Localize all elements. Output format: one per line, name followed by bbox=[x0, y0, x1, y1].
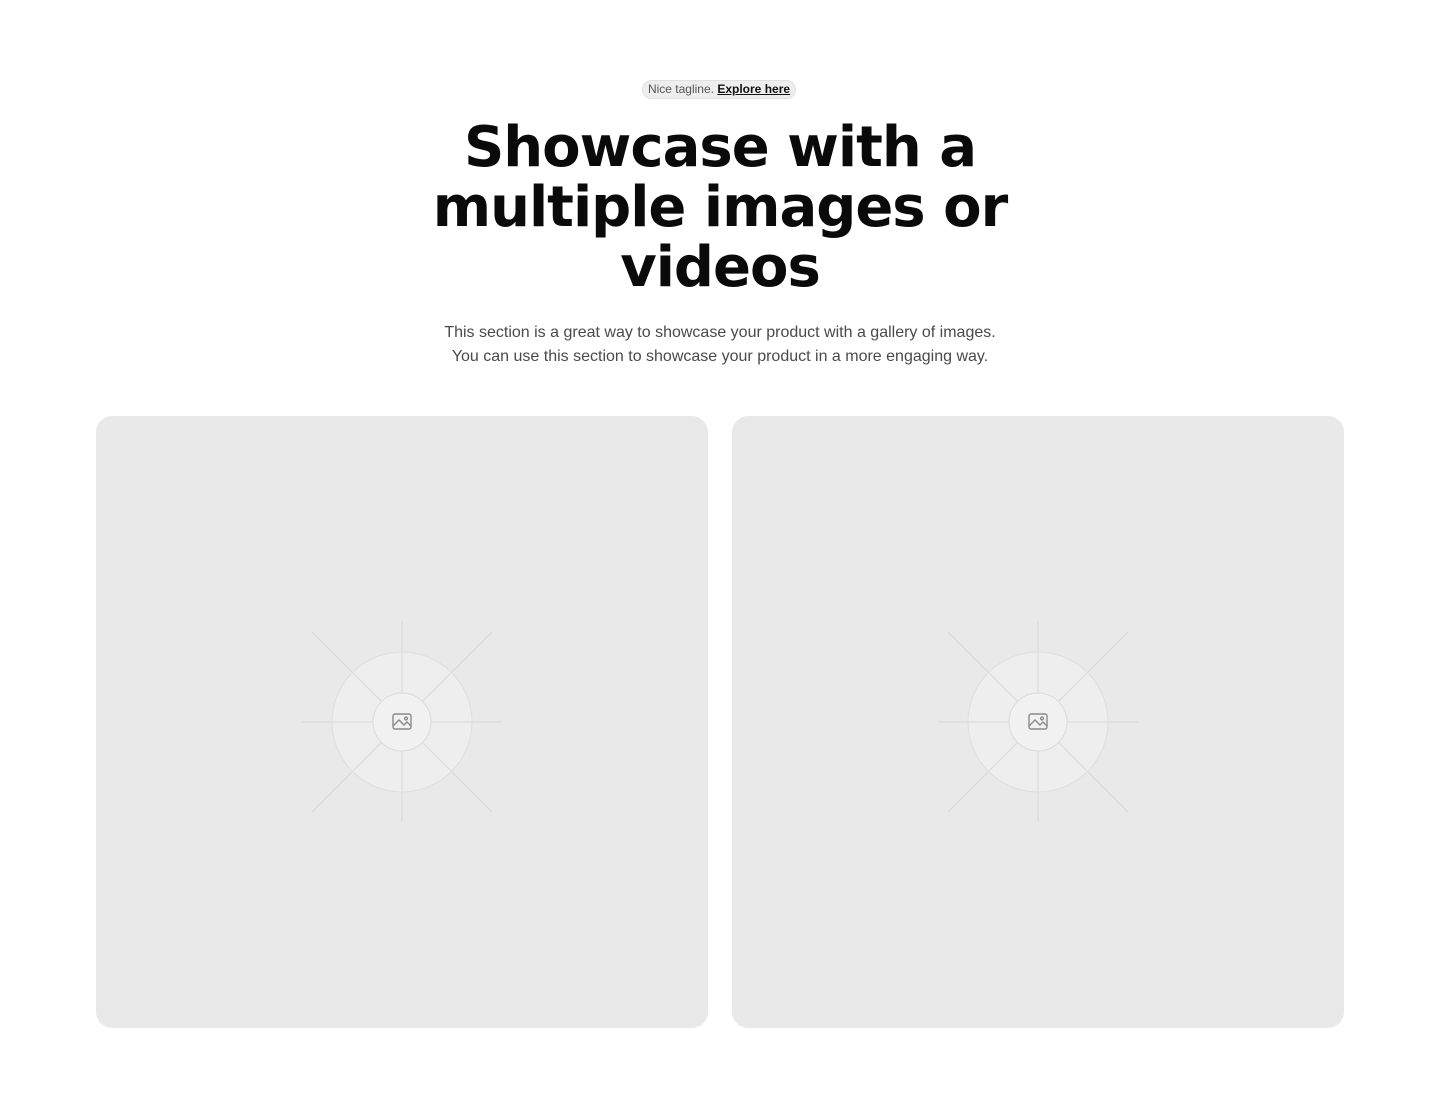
page-title: Showcase with a multiple images or video… bbox=[420, 118, 1020, 298]
image-placeholder-icon bbox=[938, 622, 1138, 822]
gallery-image-1 bbox=[96, 416, 708, 1028]
page-title-line-1: Showcase with a bbox=[463, 115, 977, 180]
page-subtitle: This section is a great way to showcase … bbox=[380, 321, 1060, 369]
gallery-image-2 bbox=[732, 416, 1344, 1028]
subtitle-line-1: This section is a great way to showcase … bbox=[444, 324, 996, 341]
image-placeholder-icon bbox=[302, 622, 502, 822]
page-title-line-3: videos bbox=[620, 235, 821, 300]
explore-here-link[interactable]: Explore here bbox=[717, 82, 790, 96]
tagline-text: Nice tagline. bbox=[647, 82, 714, 96]
tagline-badge: Nice tagline. Explore here bbox=[642, 80, 796, 99]
subtitle-line-2: You can use this section to showcase you… bbox=[451, 348, 989, 365]
page-title-line-2: multiple images or bbox=[432, 175, 1008, 240]
